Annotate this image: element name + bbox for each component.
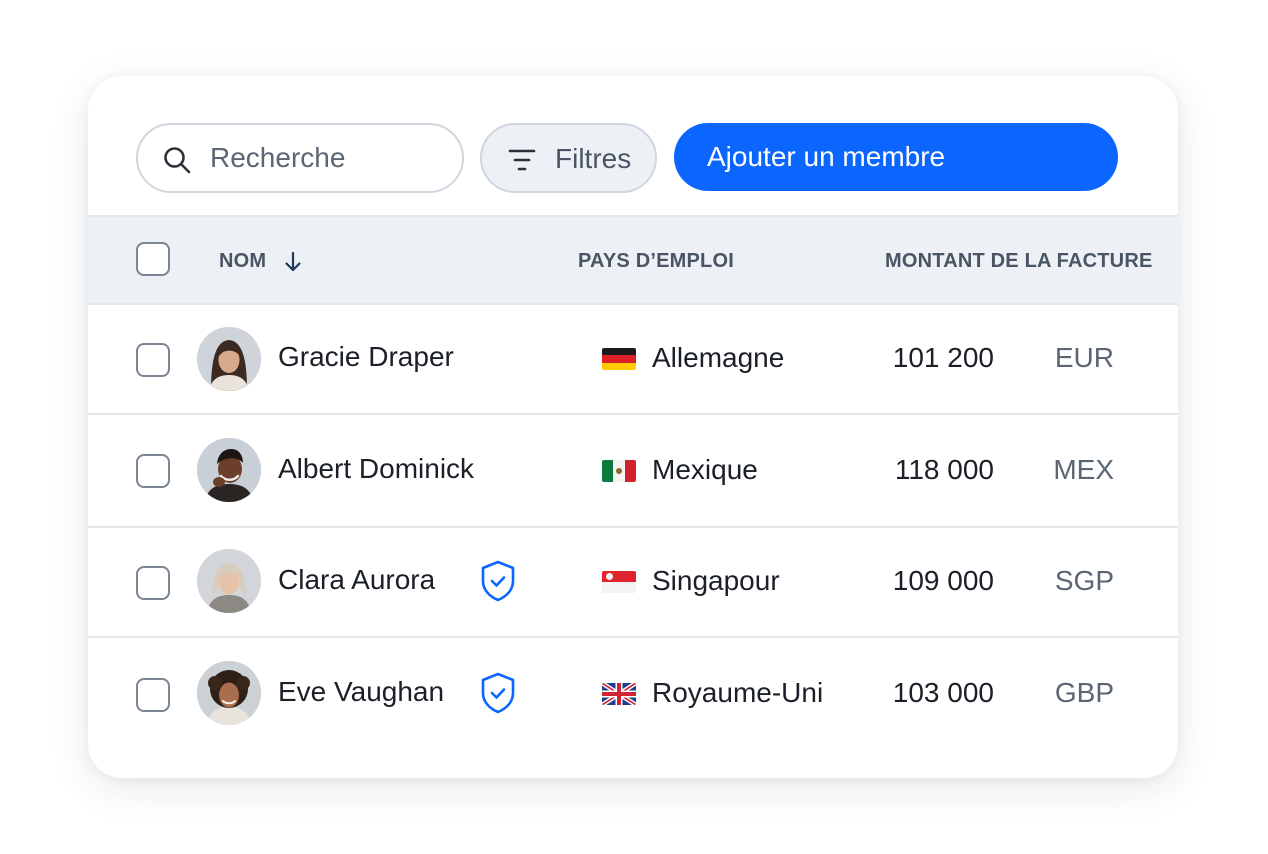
germany-flag xyxy=(602,348,636,370)
member-name: Clara Aurora xyxy=(278,564,436,595)
avatar xyxy=(197,549,261,613)
add-member-label: Ajouter un membre xyxy=(707,141,946,172)
country-name: Mexique xyxy=(652,454,758,485)
filters-button[interactable]: Filtres xyxy=(480,123,657,193)
filter-icon xyxy=(508,149,536,171)
currency-code: MEX xyxy=(1053,454,1114,485)
currency-code: GBP xyxy=(1054,677,1114,708)
table-header: NOM PAYS D’EMPLOI MONTANT DE LA FACTURE xyxy=(88,215,1178,305)
row-checkbox[interactable] xyxy=(136,343,170,377)
verified-shield-icon xyxy=(481,672,515,714)
members-card: Filtres Ajouter un membre NOM PAYS D’EMP… xyxy=(88,76,1178,778)
column-header-name[interactable]: NOM xyxy=(219,250,266,273)
invoice-amount: 103 000 xyxy=(892,677,994,708)
filters-label: Filtres xyxy=(555,143,632,174)
search-icon xyxy=(164,147,191,174)
uk-flag xyxy=(602,683,636,705)
search-box[interactable] xyxy=(136,123,464,193)
invoice-amount: 118 000 xyxy=(894,454,994,485)
avatar xyxy=(197,438,261,502)
member-name: Albert Dominick xyxy=(278,453,475,484)
row-checkbox[interactable] xyxy=(136,678,170,712)
search-input[interactable] xyxy=(210,139,440,177)
avatar xyxy=(197,661,261,725)
column-header-amount: MONTANT DE LA FACTURE xyxy=(885,250,1153,272)
table-row[interactable]: Gracie Draper Allemagne 101 200 EUR xyxy=(88,305,1178,415)
add-member-button[interactable]: Ajouter un membre xyxy=(674,123,1118,191)
row-checkbox[interactable] xyxy=(136,566,170,600)
select-all-checkbox[interactable] xyxy=(136,242,170,276)
column-header-country: PAYS D’EMPLOI xyxy=(578,250,734,272)
currency-code: SGP xyxy=(1054,565,1114,596)
country-name: Royaume-Uni xyxy=(652,677,824,708)
country-name: Allemagne xyxy=(652,342,785,373)
member-name: Eve Vaughan xyxy=(278,676,445,707)
avatar xyxy=(197,327,261,391)
mexico-flag xyxy=(602,460,636,482)
member-name: Gracie Draper xyxy=(278,341,454,372)
verified-shield-icon xyxy=(481,560,515,602)
table-row[interactable]: Albert Dominick Mexique 118 000 MEX xyxy=(88,415,1178,528)
invoice-amount: 109 000 xyxy=(892,565,994,596)
singapore-flag xyxy=(602,571,636,593)
table-row[interactable]: Eve Vaughan Royaume-Uni 103 000 GBP xyxy=(88,638,1178,750)
row-checkbox[interactable] xyxy=(136,454,170,488)
arrow-down-icon[interactable] xyxy=(284,251,302,273)
invoice-amount: 101 200 xyxy=(892,342,994,373)
currency-code: EUR xyxy=(1054,342,1114,373)
country-name: Singapour xyxy=(652,565,780,596)
table-row[interactable]: Clara Aurora Singapour 109 000 SGP xyxy=(88,528,1178,638)
